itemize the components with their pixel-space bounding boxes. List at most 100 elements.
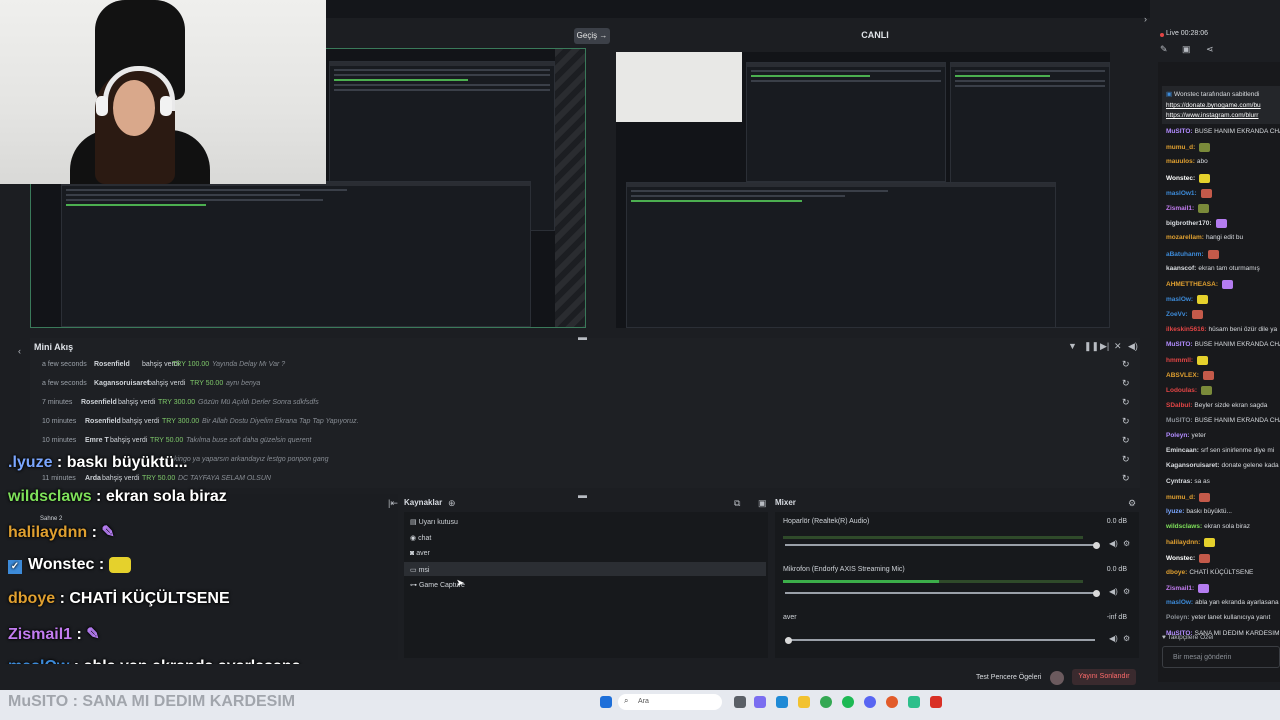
chat-username[interactable]: lyuze:	[1166, 508, 1184, 515]
chat-username[interactable]: ZoeVv:	[1166, 312, 1188, 319]
test-widgets-label[interactable]: Test Pencere Ögeleri	[976, 674, 1041, 681]
chat-username[interactable]: MuSITO:	[1166, 417, 1193, 424]
app-icon[interactable]	[754, 696, 766, 708]
mute-alerts-icon[interactable]: ✕	[1114, 341, 1122, 352]
chat-username[interactable]: ABSVLEX:	[1166, 372, 1199, 379]
speaker-icon[interactable]: ◀)	[1109, 634, 1118, 643]
app-icon[interactable]	[908, 696, 920, 708]
chat-username[interactable]: AHMETTHEASA:	[1166, 281, 1218, 288]
pinned-link[interactable]: https://www.instagram.com/blurr	[1166, 112, 1258, 119]
chat-username[interactable]: Cyntras:	[1166, 478, 1192, 485]
pinned-link[interactable]: https://donate.bynogame.com/bu	[1166, 102, 1261, 109]
app-icon[interactable]	[776, 696, 788, 708]
chat-username[interactable]: MuSITO:	[1166, 341, 1193, 348]
collapse-chevron-icon[interactable]: ›	[1144, 14, 1147, 24]
chat-username[interactable]: mumu_d:	[1166, 494, 1195, 501]
volume-slider-knob[interactable]	[1093, 541, 1100, 549]
taskbar-search[interactable]: Ara	[618, 694, 722, 710]
avatar[interactable]	[1050, 671, 1064, 685]
chat-input[interactable]: Bir mesaj gönderin	[1162, 646, 1280, 668]
task-view-icon[interactable]	[734, 696, 746, 708]
collapse-dock-icon[interactable]: |⇤	[388, 498, 398, 509]
followers-only-label: ♥ Takipçilere Özel	[1162, 634, 1213, 641]
chat-message: Wonstec:	[1166, 553, 1211, 563]
chat-username[interactable]: Kagansoruisaret:	[1166, 462, 1219, 469]
replay-icon[interactable]: ↻	[1122, 435, 1130, 446]
chevron-left-icon[interactable]: ‹	[18, 346, 21, 356]
chat-username[interactable]: maslOw:	[1166, 296, 1193, 303]
chat-username[interactable]: Zismail1:	[1166, 205, 1194, 212]
app-icon[interactable]	[930, 696, 942, 708]
volume-slider[interactable]	[785, 541, 1100, 549]
chat-username[interactable]: halilaydnn:	[1166, 540, 1200, 547]
replay-icon[interactable]: ↻	[1122, 454, 1130, 465]
chat-message: AHMETTHEASA:	[1166, 280, 1233, 289]
chat-username[interactable]: mozarellam:	[1166, 234, 1204, 241]
replay-icon[interactable]: ↻	[1122, 359, 1130, 370]
windows-start-icon[interactable]	[600, 696, 612, 708]
chat-username[interactable]: Lodoulas:	[1166, 388, 1197, 395]
drag-handle-icon[interactable]: ▬	[578, 332, 587, 342]
end-stream-button[interactable]: Yayını Sonlandır	[1072, 669, 1136, 685]
filter-icon[interactable]: ▼	[1068, 341, 1077, 351]
source-folder-icon[interactable]: ▣	[758, 498, 767, 509]
volume-icon[interactable]: ◀)	[1128, 341, 1138, 352]
chat-username[interactable]: bigbrother170:	[1166, 220, 1212, 227]
skip-icon[interactable]: ▶|	[1100, 341, 1109, 352]
chat-username[interactable]: Wonstec:	[1166, 555, 1195, 562]
chat-username[interactable]: hmmmll:	[1166, 357, 1193, 364]
dock-drag-handle-icon[interactable]: ▬	[578, 490, 587, 500]
pause-icon[interactable]: ❚❚	[1084, 341, 1099, 352]
replay-icon[interactable]: ↻	[1122, 378, 1130, 389]
volume-slider[interactable]	[785, 589, 1100, 597]
bag-icon[interactable]: ▣	[1182, 44, 1191, 55]
chat-username[interactable]: Poleyn:	[1166, 432, 1189, 439]
chat-username[interactable]: dboye:	[1166, 569, 1187, 576]
chat-username[interactable]: maslOw1:	[1166, 190, 1197, 197]
volume-slider-knob[interactable]	[785, 636, 792, 644]
source-item[interactable]: ▤ Uyarı kutusu	[410, 518, 458, 526]
chat-username[interactable]: wildsclaws:	[1166, 523, 1202, 530]
replay-icon[interactable]: ↻	[1122, 416, 1130, 427]
headset-ear-right	[160, 96, 172, 116]
file-explorer-icon[interactable]	[798, 696, 810, 708]
speaker-icon[interactable]: ◀)	[1109, 587, 1118, 596]
app-icon[interactable]	[886, 696, 898, 708]
source-label: msi	[418, 567, 430, 574]
source-item[interactable]: ◉ chat	[410, 534, 431, 542]
chat-username[interactable]: Wonstec:	[1166, 175, 1195, 182]
chat-username[interactable]: kaanscof:	[1166, 265, 1196, 272]
chat-username[interactable]: mauulos:	[1166, 158, 1195, 165]
chrome-icon[interactable]	[820, 696, 832, 708]
volume-slider[interactable]	[785, 636, 1095, 644]
chat-username[interactable]: aBatuhanm:	[1166, 251, 1204, 258]
chat-username[interactable]: maslOw:	[1166, 599, 1193, 606]
replay-icon[interactable]: ↻	[1122, 473, 1130, 484]
feed-message: aynı benya	[226, 380, 261, 387]
chat-username[interactable]: Poleyn:	[1166, 614, 1189, 621]
chat-username[interactable]: MuSITO:	[1166, 128, 1193, 135]
chat-username[interactable]: ilkeskin5616:	[1166, 326, 1206, 333]
discord-icon[interactable]	[864, 696, 876, 708]
source-item-selected[interactable]: ▭ msi	[404, 562, 766, 576]
source-action-icon[interactable]: ⧉	[734, 498, 740, 509]
channel-settings-icon[interactable]: ⚙	[1123, 539, 1130, 548]
overlay-sep: :	[94, 556, 109, 573]
mixer-settings-icon[interactable]: ⚙	[1128, 498, 1136, 509]
chat-username[interactable]: Zismail1:	[1166, 585, 1194, 592]
source-item[interactable]: ◙ aver	[410, 550, 430, 557]
replay-icon[interactable]: ↻	[1122, 397, 1130, 408]
channel-settings-icon[interactable]: ⚙	[1123, 634, 1130, 643]
spotify-icon[interactable]	[842, 696, 854, 708]
transition-button[interactable]: Geçiş →	[574, 28, 610, 44]
chat-username[interactable]: SDalbul:	[1166, 402, 1192, 409]
share-icon[interactable]: ⋖	[1206, 44, 1214, 55]
add-source-icon[interactable]: ⊕	[448, 498, 456, 509]
chat-username[interactable]: Emincaan:	[1166, 447, 1199, 454]
edit-icon[interactable]: ✎	[1160, 44, 1168, 55]
feed-verb: bahşiş verdi	[102, 475, 140, 482]
chat-username[interactable]: mumu_d:	[1166, 144, 1195, 151]
volume-slider-knob[interactable]	[1093, 589, 1100, 597]
speaker-icon[interactable]: ◀)	[1109, 539, 1118, 548]
channel-settings-icon[interactable]: ⚙	[1123, 587, 1130, 596]
